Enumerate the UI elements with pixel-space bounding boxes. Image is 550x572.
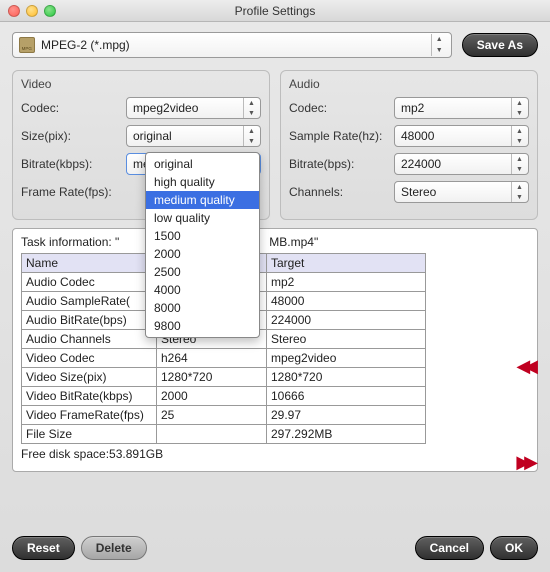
- audio-channels-select[interactable]: Stereo ▲▼: [394, 181, 529, 203]
- stepper-icon[interactable]: ▲▼: [511, 126, 527, 146]
- audio-bitrate-select[interactable]: 224000 ▲▼: [394, 153, 529, 175]
- profile-label: MPEG-2 (*.mpg): [41, 38, 425, 52]
- free-disk-space: Free disk space:53.891GB: [21, 447, 529, 461]
- zoom-icon[interactable]: [44, 5, 56, 17]
- video-size-select[interactable]: original ▲▼: [126, 125, 261, 147]
- prev-arrow-icon[interactable]: ◀◀: [516, 356, 532, 377]
- col-target: Target: [267, 254, 426, 273]
- audio-samplerate-label: Sample Rate(hz):: [289, 129, 394, 143]
- profile-select[interactable]: MPEG-2 (*.mpg) ▲▼: [12, 32, 452, 58]
- window-title: Profile Settings: [0, 4, 550, 18]
- audio-codec-label: Codec:: [289, 101, 394, 115]
- dropdown-option[interactable]: high quality: [146, 173, 259, 191]
- reset-button[interactable]: Reset: [12, 536, 75, 560]
- audio-panel-title: Audio: [289, 77, 529, 91]
- dropdown-option[interactable]: 2500: [146, 263, 259, 281]
- save-as-button[interactable]: Save As: [462, 33, 538, 57]
- stepper-icon[interactable]: ▲▼: [511, 98, 527, 118]
- stepper-icon[interactable]: ▲▼: [511, 182, 527, 202]
- video-fps-label: Frame Rate(fps):: [21, 185, 126, 199]
- dropdown-option[interactable]: 8000: [146, 299, 259, 317]
- task-info-area: Task information: "MB.mp4" Name Target A…: [12, 228, 538, 472]
- audio-channels-label: Channels:: [289, 185, 394, 199]
- dropdown-option[interactable]: 1500: [146, 227, 259, 245]
- cancel-button[interactable]: Cancel: [415, 536, 484, 560]
- dropdown-option[interactable]: low quality: [146, 209, 259, 227]
- stepper-icon[interactable]: ▲▼: [243, 126, 259, 146]
- minimize-icon[interactable]: [26, 5, 38, 17]
- video-codec-select[interactable]: mpeg2video ▲▼: [126, 97, 261, 119]
- close-icon[interactable]: [8, 5, 20, 17]
- audio-samplerate-select[interactable]: 48000 ▲▼: [394, 125, 529, 147]
- dropdown-option[interactable]: original: [146, 155, 259, 173]
- ok-button[interactable]: OK: [490, 536, 538, 560]
- video-codec-label: Codec:: [21, 101, 126, 115]
- task-info-title: Task information: "MB.mp4": [21, 235, 529, 249]
- traffic-lights: [8, 5, 56, 17]
- audio-codec-select[interactable]: mp2 ▲▼: [394, 97, 529, 119]
- delete-button[interactable]: Delete: [81, 536, 147, 560]
- audio-panel: Audio Codec: mp2 ▲▼ Sample Rate(hz): 480…: [280, 70, 538, 220]
- video-size-label: Size(pix):: [21, 129, 126, 143]
- video-panel-title: Video: [21, 77, 261, 91]
- table-row: Video BitRate(kbps)200010666: [22, 387, 426, 406]
- dropdown-option[interactable]: 9800: [146, 317, 259, 335]
- col-name: Name: [22, 254, 157, 273]
- audio-bitrate-label: Bitrate(bps):: [289, 157, 394, 171]
- mpg-format-icon: [19, 37, 35, 53]
- video-bitrate-label: Bitrate(kbps):: [21, 157, 126, 171]
- title-bar: Profile Settings: [0, 0, 550, 22]
- stepper-icon[interactable]: ▲▼: [431, 34, 447, 56]
- stepper-icon[interactable]: ▲▼: [243, 98, 259, 118]
- dropdown-option[interactable]: medium quality: [146, 191, 259, 209]
- dropdown-option[interactable]: 2000: [146, 245, 259, 263]
- table-row: Video Size(pix)1280*7201280*720: [22, 368, 426, 387]
- table-row: File Size297.292MB: [22, 425, 426, 444]
- next-arrow-icon[interactable]: ▶▶: [516, 452, 532, 473]
- table-row: Video Codech264mpeg2video: [22, 349, 426, 368]
- dropdown-option[interactable]: 4000: [146, 281, 259, 299]
- table-row: Video FrameRate(fps)2529.97: [22, 406, 426, 425]
- stepper-icon[interactable]: ▲▼: [511, 154, 527, 174]
- video-bitrate-dropdown[interactable]: originalhigh qualitymedium qualitylow qu…: [145, 152, 260, 338]
